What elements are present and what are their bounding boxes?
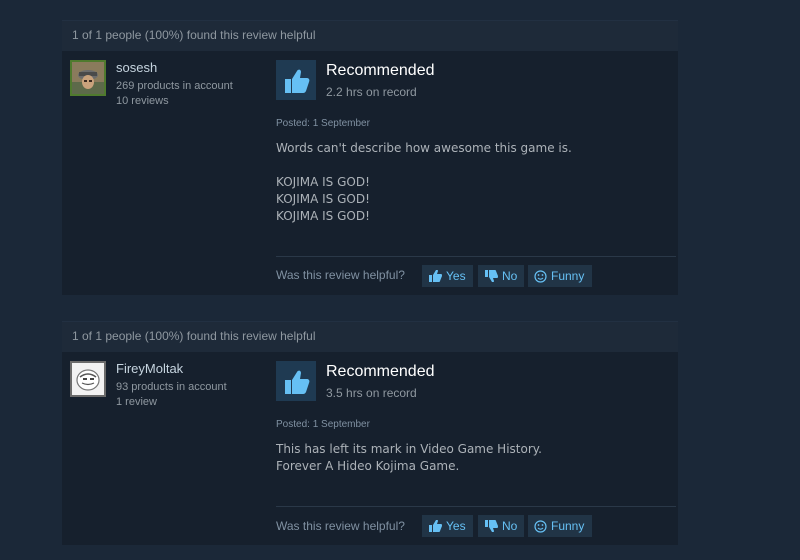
funny-label: Funny (551, 269, 585, 283)
funny-button[interactable]: Funny (528, 265, 592, 287)
no-label: No (502, 269, 518, 283)
review-paragraph: This has left its mark in Video Game His… (276, 442, 542, 456)
review-card: 1 of 1 people (100%) found this review h… (62, 20, 678, 295)
thumbs-up-icon (276, 60, 316, 100)
author-products: 269 products in account (116, 80, 233, 92)
yes-label: Yes (446, 519, 466, 533)
review-paragraph: KOJIMA IS GOD! (276, 175, 370, 189)
thumbs-down-icon (484, 520, 498, 532)
review-card: 1 of 1 people (100%) found this review h… (62, 321, 678, 545)
no-button[interactable]: No (478, 265, 524, 287)
review-helpful-summary: 1 of 1 people (100%) found this review h… (62, 321, 678, 352)
recommendation-title: Recommended (326, 62, 435, 79)
avatar[interactable] (70, 361, 106, 397)
review-body: Words can't describe how awesome this ga… (276, 140, 666, 225)
author-review-count[interactable]: 10 reviews (116, 95, 169, 107)
no-button[interactable]: No (478, 515, 524, 537)
smiley-icon (534, 519, 547, 533)
hours-on-record: 3.5 hrs on record (326, 386, 417, 400)
thumbs-up-icon (428, 520, 442, 532)
posted-date: Posted: 1 September (276, 419, 370, 430)
thumbs-up-icon (428, 270, 442, 282)
review-paragraph: Words can't describe how awesome this ga… (276, 141, 572, 155)
author-products: 93 products in account (116, 381, 227, 393)
review-paragraph: Forever A Hideo Kojima Game. (276, 459, 460, 473)
thumbs-down-icon (484, 270, 498, 282)
avatar[interactable] (70, 60, 106, 96)
divider (276, 506, 676, 507)
review-helpful-summary: 1 of 1 people (100%) found this review h… (62, 20, 678, 51)
helpful-prompt: Was this review helpful? (276, 268, 405, 282)
yes-label: Yes (446, 269, 466, 283)
hours-on-record: 2.2 hrs on record (326, 85, 417, 99)
author-review-count[interactable]: 1 review (116, 396, 157, 408)
yes-button[interactable]: Yes (422, 265, 473, 287)
divider (276, 256, 676, 257)
author-name[interactable]: sosesh (116, 60, 157, 75)
posted-date: Posted: 1 September (276, 118, 370, 129)
recommendation-title: Recommended (326, 363, 435, 380)
funny-label: Funny (551, 519, 585, 533)
thumbs-up-icon (276, 361, 316, 401)
review-paragraph: KOJIMA IS GOD! (276, 192, 370, 206)
review-paragraph: KOJIMA IS GOD! (276, 209, 370, 223)
smiley-icon (534, 269, 547, 283)
funny-button[interactable]: Funny (528, 515, 592, 537)
author-name[interactable]: FireyMoltak (116, 361, 183, 376)
no-label: No (502, 519, 518, 533)
helpful-prompt: Was this review helpful? (276, 519, 405, 533)
yes-button[interactable]: Yes (422, 515, 473, 537)
review-body: This has left its mark in Video Game His… (276, 441, 666, 475)
